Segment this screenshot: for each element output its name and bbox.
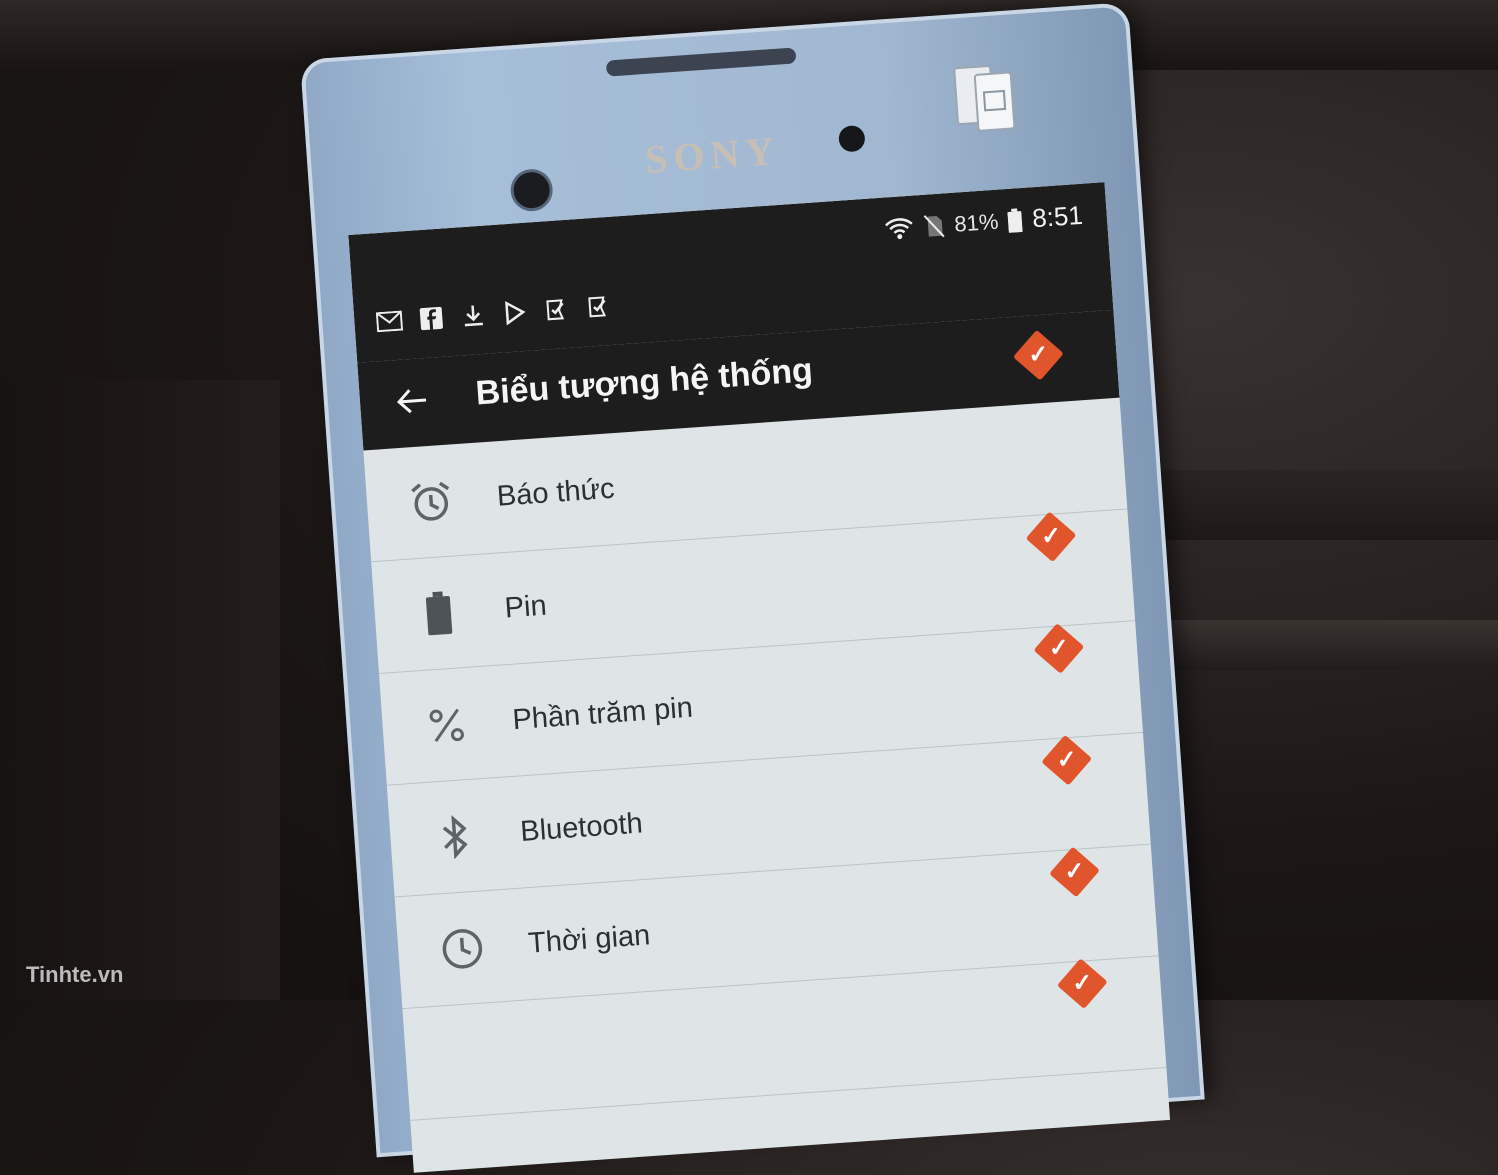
- checkbox-time[interactable]: ✓: [1049, 846, 1100, 898]
- check-icon: ✓: [1063, 857, 1086, 886]
- check-icon: ✓: [1071, 969, 1094, 998]
- list-item-label: Thời gian: [527, 918, 652, 960]
- facebook-icon: [417, 305, 445, 333]
- percent-icon: [421, 699, 472, 750]
- background-shelf: [1150, 620, 1498, 670]
- alarm-clock-icon: [405, 476, 456, 527]
- list-item-label: Bluetooth: [519, 806, 644, 848]
- clock-icon: [437, 923, 488, 974]
- list-item-label: Pin: [503, 589, 548, 625]
- task-check-icon: [543, 296, 571, 324]
- phone: SONY 81% 8:51 Biểu tượng hệ thống Báo th…: [300, 2, 1205, 1173]
- background-shelf: [1150, 470, 1498, 540]
- arrow-left-icon: [396, 389, 427, 414]
- settings-list: Báo thức ✓ Pin ✓ Phần trăm pin ✓ Bluetoo…: [363, 329, 1167, 1121]
- clock-time: 8:51: [1031, 199, 1084, 234]
- watermark: Tinhte.vn: [26, 962, 124, 987]
- check-icon: ✓: [1055, 745, 1078, 774]
- wifi-icon: [885, 217, 914, 239]
- checkbox-bluetooth[interactable]: ✓: [1041, 734, 1093, 786]
- background-wall: [0, 380, 280, 1000]
- check-icon: ✓: [1040, 522, 1063, 551]
- list-item-label: Báo thức: [495, 472, 616, 513]
- play-store-icon: [501, 299, 529, 327]
- page-title: Biểu tượng hệ thống: [474, 351, 814, 413]
- bluetooth-icon: [429, 811, 480, 862]
- battery-percent: 81%: [953, 208, 1000, 237]
- checkbox-battery-percent[interactable]: ✓: [1033, 623, 1085, 674]
- system-status: 81% 8:51: [883, 199, 1084, 245]
- screen: 81% 8:51 Biểu tượng hệ thống Báo thức ✓ …: [348, 182, 1171, 1173]
- list-item-label: Phần trăm pin: [511, 691, 694, 736]
- check-icon: ✓: [1027, 340, 1050, 369]
- battery-icon: [413, 588, 464, 639]
- dual-sim-icon: [953, 65, 1016, 132]
- check-icon: ✓: [1047, 633, 1070, 663]
- task-check-icon: [585, 293, 613, 321]
- notification-icons: [375, 293, 613, 336]
- gmail-icon: [375, 308, 404, 336]
- back-button[interactable]: [389, 378, 436, 425]
- download-icon: [459, 302, 487, 330]
- battery-status-icon: [1007, 207, 1024, 233]
- no-sim-icon: [923, 214, 945, 237]
- checkbox-battery[interactable]: ✓: [1025, 511, 1077, 563]
- checkbox-next[interactable]: ✓: [1056, 958, 1108, 1010]
